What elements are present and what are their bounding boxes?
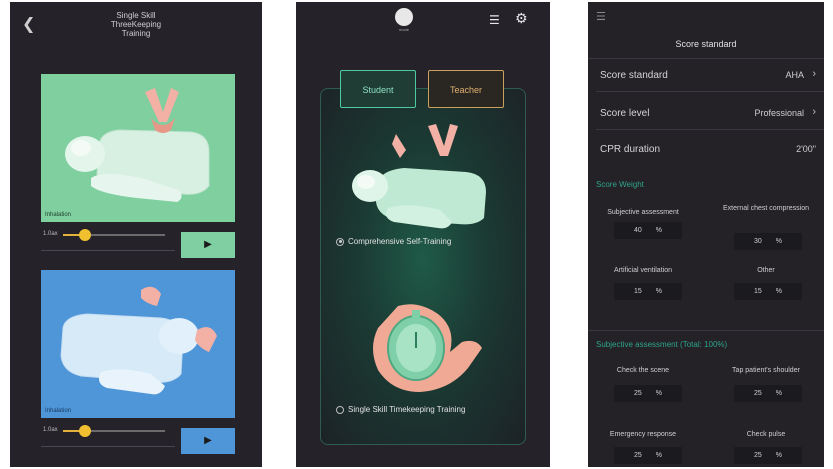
list-icon[interactable]: ☰ [489, 13, 500, 27]
back-arrow-icon[interactable]: ❮ [22, 16, 36, 34]
row-value: 2'00" [796, 144, 816, 154]
playback-controls-2: 1.0ax ▶ [41, 420, 235, 454]
subjective-label: Check the scene [616, 367, 670, 374]
row-value: AHA [785, 70, 804, 80]
speed-label: 1.0ax [43, 427, 58, 433]
card-label: Inhalation [45, 408, 72, 414]
weight-input[interactable]: 15% [734, 283, 802, 300]
divider [596, 91, 824, 92]
weight-input[interactable]: 40% [614, 222, 682, 239]
weight-value: 30 [753, 238, 762, 245]
chevron-right-icon: › [812, 68, 816, 80]
subjective-label: Tap patient's shoulder [732, 367, 800, 374]
divider [41, 250, 175, 251]
gear-icon[interactable]: ⚙ [515, 10, 528, 27]
single-skill-phone: ❮ Single Skill ThreeKeeping Training Inh… [10, 2, 262, 467]
weight-label: Artificial ventilation [614, 267, 672, 274]
weight-value: 15 [753, 288, 762, 295]
divider [41, 446, 175, 447]
subjective-input[interactable]: 25% [734, 447, 802, 464]
divider [588, 330, 824, 331]
weight-value: 15 [633, 288, 642, 295]
card-label: Inhalation [45, 212, 72, 218]
subjective-label: Emergency response [609, 431, 677, 438]
play-button[interactable]: ▶ [181, 232, 235, 258]
score-standard-row[interactable]: Score standard AHA › [588, 60, 824, 92]
unit: % [655, 227, 663, 234]
option-label: Comprehensive Self-Training [348, 237, 452, 246]
radio-unselected-icon[interactable] [336, 405, 344, 414]
subjective-value: 25 [633, 452, 642, 459]
playback-controls-1: 1.0ax ▶ [41, 224, 235, 258]
section-title: Subjective assessment (Total: 100%) [596, 340, 728, 349]
cpr-illustration [352, 124, 486, 229]
unit: % [775, 238, 783, 245]
chevron-right-icon: › [812, 106, 816, 118]
divider [588, 58, 824, 59]
subjective-input[interactable]: 25% [614, 447, 682, 464]
menu-icon[interactable]: ☰ [596, 10, 606, 23]
subjective-input[interactable]: 25% [734, 385, 802, 402]
header: ❮ Single Skill ThreeKeeping Training [10, 2, 262, 48]
unit: % [775, 452, 783, 459]
row-label: Score level [600, 108, 650, 119]
divider [596, 129, 824, 130]
row-label: CPR duration [600, 144, 661, 155]
unit: % [775, 288, 783, 295]
teacher-tab[interactable]: Teacher [428, 70, 504, 108]
section-title: Score Weight [596, 180, 644, 189]
top-bar: mode ☰ ⚙ [296, 2, 550, 36]
timekeeping-option[interactable]: Single Skill Timekeeping Training [336, 405, 465, 414]
comprehensive-option[interactable]: Comprehensive Self-Training [336, 237, 451, 246]
manikin-compression-illustration [65, 88, 210, 202]
compression-video-card[interactable]: Inhalation [41, 74, 235, 222]
cpr-duration-row[interactable]: CPR duration 2'00" [588, 134, 824, 166]
logo-caption: mode [398, 27, 409, 32]
option-label: Single Skill Timekeeping Training [348, 405, 466, 414]
logo-icon [395, 8, 413, 26]
row-value: Professional [754, 108, 804, 118]
row-label: Score standard [600, 70, 668, 81]
subjective-value: 25 [753, 390, 762, 397]
page-title: Single Skill ThreeKeeping Training [110, 11, 162, 38]
unit: % [655, 288, 663, 295]
weight-input[interactable]: 15% [614, 283, 682, 300]
radio-selected-icon[interactable] [336, 237, 344, 246]
page-title: Score standard [675, 39, 737, 49]
manikin-ventilation-illustration [60, 286, 217, 395]
ventilation-video-card[interactable]: Inhalation [41, 270, 235, 418]
subjective-input[interactable]: 25% [614, 385, 682, 402]
score-level-row[interactable]: Score level Professional › [588, 98, 824, 130]
speed-label: 1.0ax [43, 231, 58, 237]
slider-knob[interactable] [79, 425, 91, 437]
play-button[interactable]: ▶ [181, 428, 235, 454]
weight-label: Subjective assessment [607, 209, 679, 216]
score-standard-phone: ☰ Score standard Score standard AHA › Sc… [588, 2, 824, 467]
weight-input[interactable]: 30% [734, 233, 802, 250]
unit: % [775, 390, 783, 397]
weight-label: Other [757, 267, 775, 274]
subjective-value: 25 [633, 390, 642, 397]
student-tab[interactable]: Student [340, 70, 416, 108]
subjective-label: Check pulse [746, 431, 786, 438]
stopwatch-hand-illustration [373, 304, 482, 392]
weight-value: 40 [633, 227, 642, 234]
unit: % [655, 390, 663, 397]
unit: % [655, 452, 663, 459]
mode-select-phone: mode ☰ ⚙ Student Teacher Comprehensive S… [296, 2, 550, 467]
subjective-value: 25 [753, 452, 762, 459]
slider-knob[interactable] [79, 229, 91, 241]
weight-label: External chest compression [723, 205, 809, 212]
